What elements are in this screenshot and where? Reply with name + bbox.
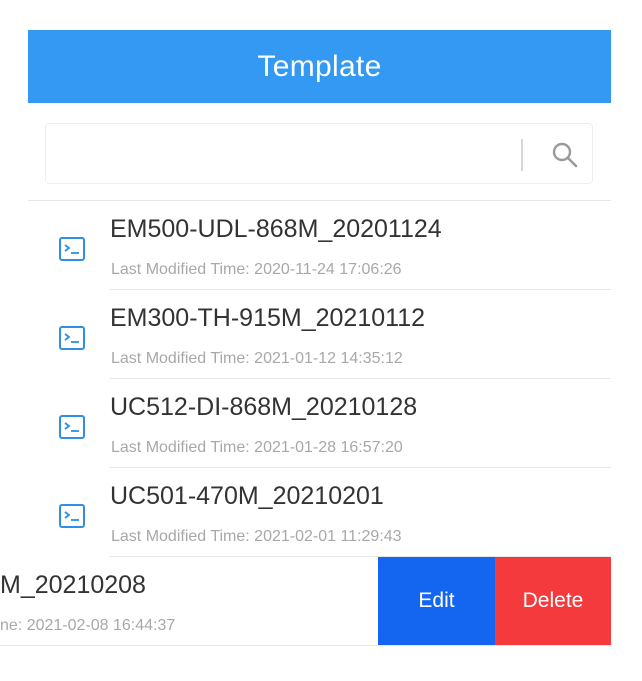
list-item-swiped[interactable]: M_20210208 ne: 2021-02-08 16:44:37 Edit …	[0, 557, 611, 646]
search-divider	[521, 139, 523, 171]
terminal-file-icon	[59, 415, 85, 439]
template-name: UC501-470M_20210201	[110, 482, 384, 510]
search-bar[interactable]	[45, 123, 593, 184]
template-name: M_20210208	[0, 571, 146, 599]
list-item[interactable]: UC501-470M_20210201 Last Modified Time: …	[0, 468, 611, 557]
template-name: EM300-TH-915M_20210112	[110, 304, 426, 332]
modified-time: Last Modified Time: 2021-01-28 16:57:20	[111, 439, 403, 456]
modified-time: ne: 2021-02-08 16:44:37	[0, 617, 176, 634]
template-name: UC512-DI-868M_20210128	[110, 393, 418, 421]
page-title: Template	[257, 49, 382, 83]
terminal-file-icon	[59, 504, 85, 528]
modified-time: Last Modified Time: 2020-11-24 17:06:26	[111, 261, 402, 278]
terminal-file-icon	[59, 326, 85, 350]
divider	[0, 645, 611, 646]
template-name: EM500-UDL-868M_20201124	[110, 215, 442, 243]
list-item[interactable]: UC512-DI-868M_20210128 Last Modified Tim…	[0, 379, 611, 468]
modified-time: Last Modified Time: 2021-02-01 11:29:43	[111, 528, 402, 545]
app-header: Template	[28, 30, 611, 103]
search-icon[interactable]	[550, 140, 580, 170]
list-item[interactable]: EM300-TH-915M_20210112 Last Modified Tim…	[0, 290, 611, 379]
delete-button[interactable]: Delete	[495, 557, 611, 645]
list-item[interactable]: EM500-UDL-868M_20201124 Last Modified Ti…	[0, 201, 611, 290]
modified-time: Last Modified Time: 2021-01-12 14:35:12	[111, 350, 403, 367]
edit-button[interactable]: Edit	[378, 557, 495, 645]
terminal-file-icon	[59, 237, 85, 261]
search-input[interactable]	[56, 134, 510, 176]
